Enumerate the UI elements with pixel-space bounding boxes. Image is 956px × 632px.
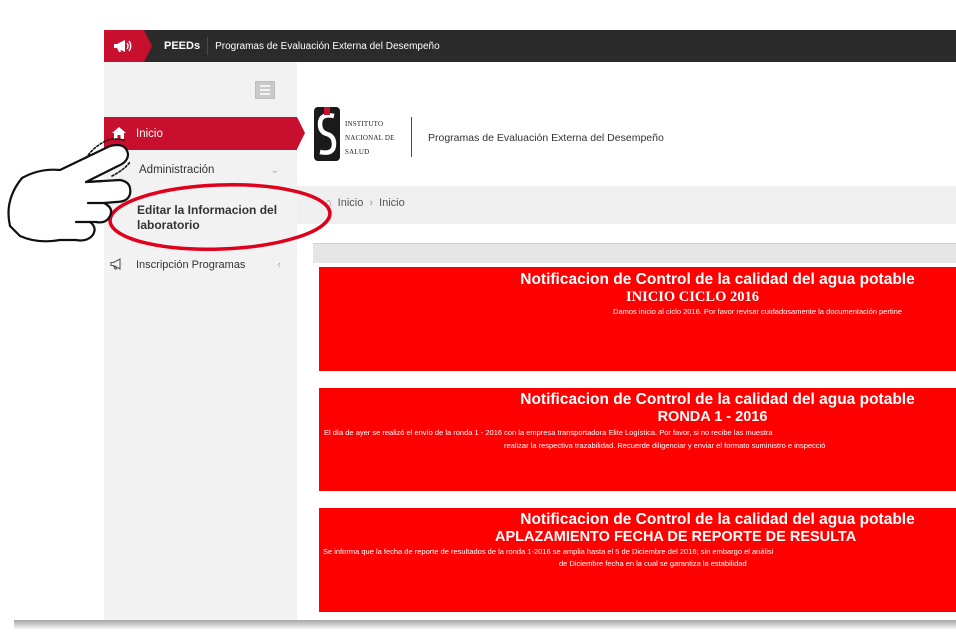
notification-title: Notificacion de Control de la calidad de…: [520, 511, 915, 528]
sidebar-item-inicio[interactable]: Inicio: [104, 117, 305, 150]
institute-line: SALUD: [345, 148, 370, 156]
notification-body: El día de ayer se realizó el envío de la…: [324, 428, 773, 437]
menu-icon[interactable]: [255, 81, 275, 99]
topbar-subtitle: Programas de Evaluación Externa del Dese…: [215, 40, 440, 52]
frame-shadow: [14, 620, 956, 630]
chevron-left-icon: ‹: [277, 259, 281, 271]
notification-body: Se informa que la fecha de reporte de re…: [323, 547, 774, 556]
home-icon: [112, 126, 126, 142]
notification-title: Notificacion de Control de la calidad de…: [520, 271, 915, 288]
sidebar-item-label: Editar la Informacion del laboratorio: [137, 203, 278, 232]
breadcrumb-item[interactable]: Inicio: [338, 197, 364, 209]
breadcrumb-separator-icon: ›: [369, 197, 374, 209]
institute-name: INSTITUTO NACIONAL DE SALUD: [345, 117, 395, 159]
page-title: Programas de Evaluación Externa del Dese…: [428, 132, 664, 144]
notification-subtitle: APLAZAMIENTO FECHA DE REPORTE DE RESULTA: [495, 529, 857, 545]
megaphone-icon: [114, 40, 132, 52]
notification-body: de Diciembre fecha en la cual se garanti…: [559, 559, 747, 568]
panel-header: [313, 243, 956, 263]
notification-card: Notificacion de Control de la calidad de…: [319, 267, 956, 371]
megaphone-icon: [110, 257, 126, 273]
sidebar-item-editar-laboratorio[interactable]: Editar la Informacion del laboratorio: [104, 198, 297, 238]
breadcrumb: ⌂ Inicio › Inicio: [325, 197, 405, 209]
sidebar-item-inscripcion-programas[interactable]: Inscripción Programas ‹: [104, 253, 297, 277]
notification-body: Damos inicio al ciclo 2016. Por favor re…: [613, 307, 902, 316]
home-icon: ⌂: [325, 197, 332, 209]
brand-name[interactable]: PEEDs: [164, 40, 200, 52]
peeds-logo[interactable]: [104, 30, 152, 62]
chevron-down-icon: ⌄: [270, 164, 279, 176]
sidebar-item-label: Inscripción Programas: [136, 259, 246, 271]
notification-body: realizar la respectiva trazabilidad. Rec…: [504, 441, 826, 450]
notification-title: Notificacion de Control de la calidad de…: [520, 391, 915, 408]
top-bar: PEEDs Programas de Evaluación Externa de…: [104, 30, 956, 62]
sidebar-item-administracion[interactable]: Administración ⌄: [104, 157, 297, 183]
ins-logo-icon: [314, 107, 340, 161]
notification-card: Notificacion de Control de la calidad de…: [319, 508, 956, 612]
notification-card: Notificacion de Control de la calidad de…: [319, 388, 956, 491]
notification-subtitle: RONDA 1 - 2016: [657, 409, 768, 425]
breadcrumb-item: Inicio: [379, 197, 405, 209]
institute-line: INSTITUTO: [345, 120, 384, 128]
sidebar-item-label: Administración: [139, 164, 215, 176]
notification-subtitle: INICIO CICLO 2016: [626, 289, 759, 305]
sidebar-item-label: Inicio: [136, 127, 163, 140]
topbar-divider: [207, 37, 209, 55]
institute-line: NACIONAL DE: [345, 134, 395, 142]
header-divider: [411, 117, 412, 157]
